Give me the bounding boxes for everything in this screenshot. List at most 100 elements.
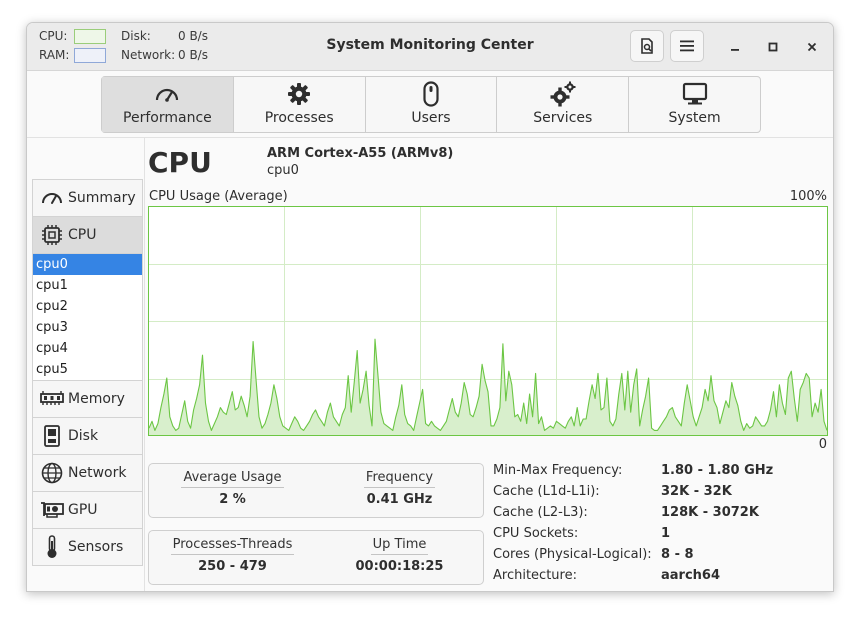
cpu-core-item[interactable]: cpu0 [33, 254, 142, 275]
cpu-usage-graph [148, 206, 828, 436]
processes-threads-value: 250 - 479 [198, 559, 267, 574]
spec-key: Cache (L1d-L1i): [493, 484, 600, 499]
ram-mini-label: RAM: [39, 48, 70, 62]
sidebar-item-label: Memory [68, 391, 125, 407]
main-menu-button[interactable] [670, 30, 704, 62]
cpu-core-item[interactable]: cpu3 [33, 317, 142, 338]
thermometer-icon [40, 535, 64, 559]
cpu-specs-list: Min-Max Frequency: 1.80 - 1.80 GHz Cache… [493, 463, 773, 589]
spec-row: CPU Sockets: 1 [493, 526, 773, 547]
sidebar-item-label: Sensors [68, 539, 124, 555]
disk-mini-value: 0 B/s [178, 29, 208, 43]
frequency-value: 0.41 GHz [366, 492, 433, 507]
header-bar: CPU: RAM: Disk: 0 B/s Network: 0 B/s Sys… [27, 23, 833, 71]
mouse-icon [418, 81, 444, 107]
processes-threads-label: Processes-Threads [170, 537, 295, 555]
uptime-label: Up Time [370, 537, 429, 555]
usage-frequency-card: Average Usage 2 % Frequency 0.41 GHz [148, 463, 484, 518]
memory-icon [40, 387, 64, 411]
tab-services[interactable]: Services [497, 77, 630, 132]
report-icon [641, 38, 653, 54]
globe-icon [40, 461, 64, 485]
spec-key: Cores (Physical-Logical): [493, 547, 652, 562]
sidebar-item-label: CPU [68, 227, 97, 243]
uptime-cell: Up Time 00:00:18:25 [316, 531, 483, 584]
content-separator [27, 137, 833, 138]
performance-sidebar: Summary CPU cpu0 cpu1 cpu2 cpu3 cpu4 cpu… [32, 179, 143, 566]
cpu-model-name: ARM Cortex-A55 (ARMv8) [267, 146, 454, 161]
page-title: CPU [148, 146, 212, 179]
sidebar-item-cpu[interactable]: CPU [32, 216, 143, 253]
sidebar-item-label: Summary [68, 190, 136, 206]
main-tab-bar: Performance Processes Users Services Sys… [101, 76, 761, 133]
processes-uptime-card: Processes-Threads 250 - 479 Up Time 00:0… [148, 530, 484, 585]
spec-value: 8 - 8 [661, 547, 694, 562]
processes-cell: Processes-Threads 250 - 479 [149, 531, 316, 584]
spec-key: Min-Max Frequency: [493, 463, 623, 478]
minimize-button[interactable] [725, 37, 745, 57]
gears-icon [550, 81, 576, 107]
cpu-chip-icon [40, 223, 64, 247]
spec-row: Architecture: aarch64 [493, 568, 773, 589]
graphics-card-icon [40, 498, 64, 522]
tab-system[interactable]: System [629, 77, 760, 132]
cpu-core-item[interactable]: cpu1 [33, 275, 142, 296]
close-button[interactable] [802, 37, 822, 57]
speedometer-icon [154, 81, 180, 107]
tab-label: Users [411, 110, 451, 126]
gear-icon [286, 81, 312, 107]
tab-label: Performance [123, 110, 212, 126]
graph-max-label: 100% [789, 189, 827, 204]
sidebar-separator [144, 138, 145, 591]
spec-key: Cache (L2-L3): [493, 505, 588, 520]
maximize-icon [768, 42, 778, 52]
spec-value: 1 [661, 526, 671, 541]
tab-processes[interactable]: Processes [234, 77, 366, 132]
spec-row: Cores (Physical-Logical): 8 - 8 [493, 547, 773, 568]
sidebar-item-label: Disk [68, 428, 99, 444]
spec-value: 128K - 3072K [661, 505, 759, 520]
maximize-button[interactable] [763, 37, 783, 57]
sidebar-item-gpu[interactable]: GPU [32, 491, 143, 528]
sidebar-item-disk[interactable]: Disk [32, 417, 143, 454]
disk-drive-icon [40, 424, 64, 448]
tab-label: System [668, 110, 721, 126]
spec-row: Cache (L1d-L1i): 32K - 32K [493, 484, 773, 505]
average-usage-cell: Average Usage 2 % [149, 464, 316, 517]
graph-title: CPU Usage (Average) [149, 189, 288, 204]
spec-key: CPU Sockets: [493, 526, 579, 541]
cpu-device-name: cpu0 [267, 163, 299, 178]
sidebar-item-memory[interactable]: Memory [32, 380, 143, 417]
report-button[interactable] [630, 30, 664, 62]
speedometer-icon [40, 186, 64, 210]
minimize-icon [731, 49, 739, 51]
sidebar-item-label: GPU [68, 502, 98, 518]
hamburger-icon [680, 40, 694, 52]
cpu-core-item[interactable]: cpu4 [33, 338, 142, 359]
cpu-core-item[interactable]: cpu2 [33, 296, 142, 317]
tab-users[interactable]: Users [366, 77, 498, 132]
uptime-value: 00:00:18:25 [355, 559, 444, 574]
window-title: System Monitoring Center [326, 37, 534, 53]
sidebar-item-label: Network [68, 465, 127, 481]
spec-value: 32K - 32K [661, 484, 732, 499]
tab-label: Processes [264, 110, 334, 126]
sidebar-item-sensors[interactable]: Sensors [32, 528, 143, 565]
spec-key: Architecture: [493, 568, 577, 583]
disk-mini-label: Disk: [121, 29, 151, 43]
close-icon [807, 42, 817, 52]
network-mini-value: 0 B/s [178, 48, 208, 62]
sidebar-item-summary[interactable]: Summary [32, 179, 143, 216]
app-window: CPU: RAM: Disk: 0 B/s Network: 0 B/s Sys… [26, 22, 834, 592]
tab-performance[interactable]: Performance [102, 77, 234, 132]
cpu-mini-graph [74, 29, 106, 44]
spec-row: Cache (L2-L3): 128K - 3072K [493, 505, 773, 526]
frequency-cell: Frequency 0.41 GHz [316, 464, 483, 517]
cpu-core-item[interactable]: cpu5 [33, 359, 142, 380]
average-usage-value: 2 % [219, 492, 246, 507]
spec-value: aarch64 [661, 568, 721, 583]
sidebar-item-network[interactable]: Network [32, 454, 143, 491]
spec-value: 1.80 - 1.80 GHz [661, 463, 774, 478]
spec-row: Min-Max Frequency: 1.80 - 1.80 GHz [493, 463, 773, 484]
network-mini-label: Network: [121, 48, 176, 62]
